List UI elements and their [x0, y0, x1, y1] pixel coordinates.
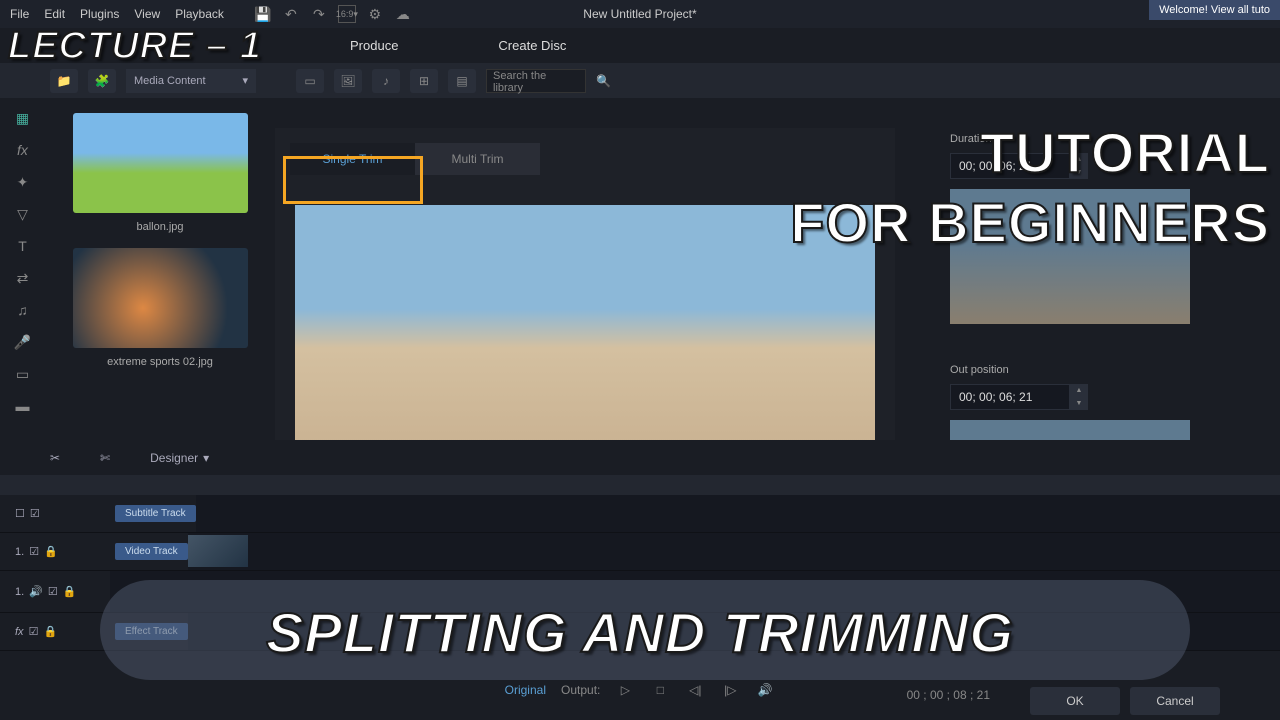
playback-timecode: 00 ; 00 ; 08 ; 21 [907, 688, 990, 702]
project-title: New Untitled Project* [583, 7, 696, 21]
track-lock-icon[interactable]: 🔒 [43, 625, 57, 638]
undo-icon[interactable]: ↶ [282, 5, 300, 23]
import-icon[interactable]: 📁 [50, 69, 78, 93]
fx-icon: fx [15, 626, 24, 638]
media-label-2: extreme sports 02.jpg [55, 356, 265, 368]
tab-produce[interactable]: Produce [350, 38, 398, 53]
out-spinner[interactable]: ▲ ▼ [1070, 384, 1088, 410]
fx-room-icon[interactable]: fx [9, 138, 37, 162]
view-image-icon[interactable]: 🖼 [334, 69, 362, 93]
view-audio-icon[interactable]: ♪ [372, 69, 400, 93]
aspect-icon[interactable]: 16:9▾ [338, 5, 356, 23]
subtitle-room-icon[interactable]: ▬ [9, 394, 37, 418]
tab-create-disc[interactable]: Create Disc [498, 38, 566, 53]
track-visible-icon[interactable]: ☑ [29, 545, 39, 558]
trim-preview[interactable] [295, 205, 875, 465]
media-thumb-sports[interactable] [73, 248, 248, 348]
video-track-label[interactable]: Video Track [115, 543, 188, 560]
menu-view[interactable]: View [134, 7, 160, 21]
overlay-lecture: LECTURE – 1 [8, 25, 262, 68]
media-label-1: ballon.jpg [55, 221, 265, 233]
overlay-for-beginners: FOR BEGINNERS [790, 190, 1270, 255]
split-icon[interactable]: ✂ [50, 451, 60, 465]
toolbar: 📁 🧩 Media Content▾ ▭ 🖼 ♪ ⊞ ▤ Search the … [0, 63, 1280, 98]
stop-icon[interactable]: □ [650, 680, 670, 700]
track-checkbox[interactable]: ☐ [15, 507, 25, 520]
track-lock-icon[interactable]: 🔒 [44, 545, 58, 558]
media-content-dropdown[interactable]: Media Content▾ [126, 69, 256, 93]
chapter-room-icon[interactable]: ▭ [9, 362, 37, 386]
plugin-icon[interactable]: 🧩 [88, 69, 116, 93]
menu-playback[interactable]: Playback [175, 7, 224, 21]
cancel-button[interactable]: Cancel [1130, 687, 1220, 715]
view-all-icon[interactable]: ▭ [296, 69, 324, 93]
track-visible-icon[interactable]: ☑ [30, 507, 40, 520]
save-icon[interactable]: 💾 [254, 5, 272, 23]
chevron-down-icon: ▾ [203, 451, 209, 465]
volume-icon[interactable]: 🔊 [755, 680, 775, 700]
cloud-icon[interactable]: ☁ [394, 5, 412, 23]
track-num: 1. [15, 546, 24, 558]
pip-room-icon[interactable]: ✦ [9, 170, 37, 194]
video-track-content[interactable] [188, 533, 1280, 570]
subtitle-track-content[interactable] [196, 495, 1280, 532]
chevron-down-icon: ▾ [242, 74, 248, 87]
out-position-label: Out position [950, 364, 1260, 376]
cut-icon[interactable]: ✄ [100, 451, 110, 465]
track-visible-icon[interactable]: ☑ [48, 585, 58, 598]
grid-icon[interactable]: ⊞ [410, 69, 438, 93]
menu-plugins[interactable]: Plugins [80, 7, 119, 21]
prev-frame-icon[interactable]: ◁| [685, 680, 705, 700]
left-sidebar: ▦ fx ✦ ▽ T ⇄ ♫ 🎤 ▭ ▬ [0, 98, 45, 473]
timeline-ruler[interactable] [0, 475, 1280, 495]
overlay-tutorial: TUTORIAL [980, 120, 1270, 185]
video-track: 1. ☑ 🔒 Video Track [0, 533, 1280, 571]
ok-button[interactable]: OK [1030, 687, 1120, 715]
out-position-input[interactable]: 00; 00; 06; 21 [950, 384, 1070, 410]
next-frame-icon[interactable]: |▷ [720, 680, 740, 700]
audio-icon[interactable]: 🔊 [29, 585, 43, 598]
output-label[interactable]: Output: [561, 683, 600, 697]
settings-icon[interactable]: ⚙ [366, 5, 384, 23]
redo-icon[interactable]: ↷ [310, 5, 328, 23]
voice-room-icon[interactable]: 🎤 [9, 330, 37, 354]
highlight-box [283, 156, 423, 204]
track-lock-icon[interactable]: 🔒 [63, 585, 77, 598]
media-panel: ballon.jpg extreme sports 02.jpg [45, 98, 275, 473]
media-room-icon[interactable]: ▦ [9, 106, 37, 130]
filter-icon[interactable]: ▤ [448, 69, 476, 93]
video-clip[interactable] [188, 535, 248, 567]
track-visible-icon[interactable]: ☑ [29, 625, 39, 638]
tab-multi-trim[interactable]: Multi Trim [415, 143, 540, 175]
designer-dropdown[interactable]: Designer▾ [150, 451, 209, 465]
media-thumb-balloon[interactable] [73, 113, 248, 213]
overlay-splitting: SPLITTING AND TRIMMING [266, 600, 1014, 665]
search-input[interactable]: Search the library [486, 69, 586, 93]
spinner-up-icon[interactable]: ▲ [1070, 384, 1088, 397]
audio-room-icon[interactable]: ♫ [9, 298, 37, 322]
menu-edit[interactable]: Edit [44, 7, 65, 21]
center-panel: ▶ Trim | Skateboard Single Trim Multi Tr… [275, 98, 930, 473]
subtitle-track: ☐ ☑ Subtitle Track [0, 495, 1280, 533]
spinner-down-icon[interactable]: ▼ [1070, 397, 1088, 410]
track-num: 1. [15, 586, 24, 598]
menu-file[interactable]: File [10, 7, 29, 21]
particle-room-icon[interactable]: ▽ [9, 202, 37, 226]
original-label[interactable]: Original [505, 683, 546, 697]
trim-dialog: Single Trim Multi Trim [275, 128, 895, 480]
play-icon[interactable]: ▷ [615, 680, 635, 700]
subtitle-track-label[interactable]: Subtitle Track [115, 505, 196, 522]
welcome-banner[interactable]: Welcome! View all tuto [1149, 0, 1280, 20]
search-icon[interactable]: 🔍 [596, 74, 611, 88]
menubar: File Edit Plugins View Playback 💾 ↶ ↷ 16… [0, 0, 1280, 28]
transition-room-icon[interactable]: ⇄ [9, 266, 37, 290]
title-room-icon[interactable]: T [9, 234, 37, 258]
